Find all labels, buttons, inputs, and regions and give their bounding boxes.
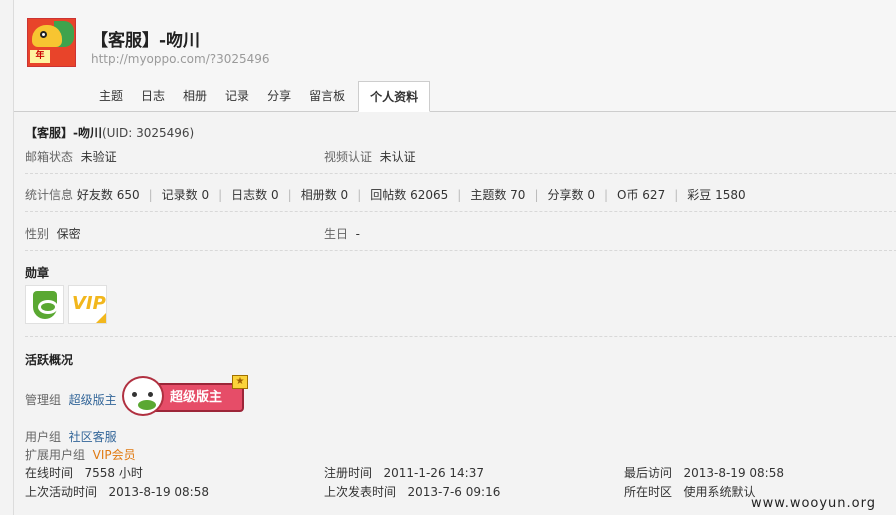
watermark: www.wooyun.org — [750, 496, 876, 511]
gender-value: 保密 — [56, 227, 81, 241]
gender-label: 性别 — [25, 227, 50, 241]
reg-time-value: 2011-1-26 14:37 — [383, 466, 484, 480]
stats-label: 统计信息 — [25, 188, 74, 202]
admin-group-row: 管理组 超级版主 — [25, 391, 117, 408]
divider — [25, 211, 896, 212]
profile-name: 【客服】-吻川 — [25, 126, 102, 140]
dragon-head — [32, 25, 62, 47]
timezone-row: 所在时区 使用系统默认 — [624, 483, 755, 500]
space-tabs: 主题 日志 相册 记录 分享 留言板 个人资料 — [90, 81, 431, 112]
ext-group-label: 扩展用户组 — [25, 448, 86, 462]
mascot-face-icon — [122, 376, 164, 416]
medals-heading: 勋章 — [25, 266, 50, 280]
vip-medal-icon[interactable]: VIP — [68, 285, 107, 324]
oppo-shield-medal-icon[interactable] — [25, 285, 64, 324]
ext-group-value[interactable]: VIP会员 — [93, 448, 136, 462]
tab-topics[interactable]: 主题 — [90, 81, 132, 112]
last-visit-row: 最后访问 2013-8-19 08:58 — [624, 464, 784, 481]
last-post-value: 2013-7-6 09:16 — [407, 485, 501, 499]
tab-album[interactable]: 相册 — [174, 81, 216, 112]
stat-records[interactable]: 记录数 0 — [162, 188, 209, 202]
divider — [25, 250, 896, 251]
tab-profile[interactable]: 个人资料 — [358, 81, 431, 112]
online-time-label: 在线时间 — [25, 466, 74, 480]
divider — [25, 336, 896, 337]
tab-share[interactable]: 分享 — [258, 81, 300, 112]
timezone-label: 所在时区 — [624, 485, 673, 499]
tab-records[interactable]: 记录 — [216, 81, 258, 112]
stat-replies[interactable]: 回帖数 62065 — [370, 188, 448, 202]
video-auth-value: 未认证 — [379, 150, 416, 164]
tab-blog[interactable]: 日志 — [132, 81, 174, 112]
email-status-row: 邮箱状态 未验证 — [25, 148, 117, 165]
stat-ocoins: O币 627 — [617, 188, 666, 202]
profile-uid: (UID: 3025496) — [101, 126, 195, 140]
last-post-row: 上次发表时间 2013-7-6 09:16 — [324, 483, 500, 500]
user-group-label: 用户组 — [25, 430, 62, 444]
stat-blogs[interactable]: 日志数 0 — [231, 188, 278, 202]
space-url[interactable]: http://myoppo.com/?3025496 — [91, 52, 270, 66]
birthday-row: 生日 - — [324, 225, 360, 242]
stat-caidou: 彩豆 1580 — [687, 188, 746, 202]
gender-row: 性别 保密 — [25, 225, 81, 242]
admin-group-label: 管理组 — [25, 393, 62, 407]
stats-row: 统计信息 好友数 650 | 记录数 0 | 日志数 0 | 相册数 0 | 回帖数 62065… — [25, 188, 746, 202]
space-title[interactable]: 【客服】-吻川 — [91, 26, 200, 51]
super-moderator-badge: 超级版主 ★ — [122, 375, 248, 420]
last-visit-label: 最后访问 — [624, 466, 673, 480]
last-active-label: 上次活动时间 — [25, 485, 98, 499]
stat-friends[interactable]: 好友数 650 — [77, 188, 140, 202]
avatar[interactable]: 年 — [27, 18, 76, 67]
last-active-value: 2013-8-19 08:58 — [108, 485, 209, 499]
video-auth-label: 视频认证 — [324, 150, 373, 164]
profile-page: 年 【客服】-吻川 http://myoppo.com/?3025496 主题 … — [13, 0, 896, 515]
star-icon: ★ — [232, 375, 248, 389]
last-visit-value: 2013-8-19 08:58 — [683, 466, 784, 480]
profile-name-row: 【客服】-吻川(UID: 3025496) — [25, 124, 194, 141]
last-post-label: 上次发表时间 — [324, 485, 397, 499]
stat-shares[interactable]: 分享数 0 — [547, 188, 594, 202]
reg-time-row: 注册时间 2011-1-26 14:37 — [324, 464, 484, 481]
stat-topics[interactable]: 主题数 70 — [470, 188, 525, 202]
space-header: 年 【客服】-吻川 http://myoppo.com/?3025496 主题 … — [14, 0, 896, 112]
birthday-label: 生日 — [324, 227, 349, 241]
reg-time-label: 注册时间 — [324, 466, 373, 480]
online-time-value: 7558 小时 — [84, 466, 143, 480]
dragon-eye — [40, 31, 47, 38]
divider — [25, 173, 896, 174]
email-status-value: 未验证 — [80, 150, 117, 164]
avatar-tag: 年 — [30, 50, 50, 63]
badge-label: 超级版主 — [150, 383, 244, 412]
last-active-row: 上次活动时间 2013-8-19 08:58 — [25, 483, 209, 500]
profile-content: 【客服】-吻川(UID: 3025496) 邮箱状态 未验证 视频认证 未认证 … — [14, 113, 896, 515]
tab-guestbook[interactable]: 留言板 — [300, 81, 354, 112]
birthday-value: - — [355, 227, 360, 241]
timezone-value: 使用系统默认 — [683, 485, 756, 499]
user-group-link[interactable]: 社区客服 — [69, 430, 117, 444]
user-group-row: 用户组 社区客服 — [25, 428, 117, 445]
stat-albums[interactable]: 相册数 0 — [301, 188, 348, 202]
ext-group-row: 扩展用户组 VIP会员 — [25, 446, 136, 463]
admin-group-link[interactable]: 超级版主 — [69, 393, 117, 407]
video-auth-row: 视频认证 未认证 — [324, 148, 416, 165]
email-status-label: 邮箱状态 — [25, 150, 74, 164]
online-time-row: 在线时间 7558 小时 — [25, 464, 143, 481]
activity-heading: 活跃概况 — [25, 353, 74, 367]
